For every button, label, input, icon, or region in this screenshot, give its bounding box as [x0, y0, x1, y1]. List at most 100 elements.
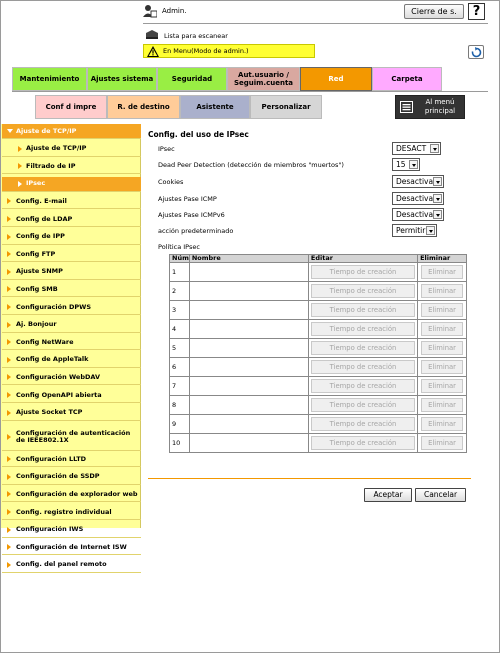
logout-button[interactable]: Cierre de s.: [404, 4, 464, 19]
delete-cell: Eliminar: [417, 300, 467, 320]
sidebar-item[interactable]: Configuración de autenticación de IEEE80…: [2, 423, 141, 452]
scan-list-link[interactable]: Lista para escanear: [164, 32, 228, 40]
edit-button[interactable]: Tiempo de creación: [310, 284, 416, 298]
edit-button[interactable]: Tiempo de creación: [310, 398, 416, 412]
delete-button[interactable]: Eliminar: [421, 284, 463, 298]
dead-peer-select[interactable]: 15: [392, 158, 420, 171]
table-row: 6 Tiempo de creación Eliminar: [169, 357, 467, 377]
refresh-button[interactable]: [468, 45, 484, 59]
row-name: [188, 357, 309, 377]
sidebar-item-label: Configuración de SSDP: [16, 472, 100, 481]
delete-cell: Eliminar: [417, 357, 467, 377]
sidebar-item[interactable]: Config NetWare: [2, 335, 141, 351]
sidebar-item[interactable]: Filtrado de IP: [2, 159, 141, 175]
help-button[interactable]: ?: [468, 3, 485, 20]
sidebar-item[interactable]: Configuración de explorador web: [2, 487, 141, 503]
tab-personalizar[interactable]: Personalizar: [250, 95, 322, 119]
edit-button[interactable]: Tiempo de creación: [310, 360, 416, 374]
tab-conf-impre[interactable]: Conf d impre: [35, 95, 107, 119]
tab-aut-usuario[interactable]: Aut.usuario / Seguim.cuenta: [227, 67, 300, 91]
row-number: 7: [169, 376, 190, 396]
cookies-select[interactable]: Desactivar: [392, 175, 444, 188]
tab-label: Aut.usuario / Seguim.cuenta: [233, 71, 294, 87]
icmp-select-value: Desactivar: [396, 194, 437, 203]
edit-cell: Tiempo de creación: [307, 433, 419, 453]
delete-button[interactable]: Eliminar: [421, 417, 463, 431]
delete-button[interactable]: Eliminar: [421, 322, 463, 336]
cookies-label: Cookies: [158, 178, 184, 186]
admin-label: Admin.: [162, 7, 187, 15]
sidebar-item[interactable]: Config SMB: [2, 282, 141, 298]
edit-button[interactable]: Tiempo de creación: [310, 436, 416, 450]
delete-button[interactable]: Eliminar: [421, 303, 463, 317]
delete-button[interactable]: Eliminar: [421, 341, 463, 355]
edit-button[interactable]: Tiempo de creación: [310, 341, 416, 355]
icmp-select[interactable]: Desactivar: [392, 192, 444, 205]
edit-cell: Tiempo de creación: [307, 357, 419, 377]
row-name: [188, 376, 309, 396]
sidebar-item[interactable]: Config OpenAPI abierta: [2, 388, 141, 403]
ok-button[interactable]: Aceptar: [364, 488, 412, 502]
tab-red[interactable]: Red: [300, 67, 372, 91]
sidebar-item[interactable]: IPsec: [2, 176, 141, 192]
ipsec-select[interactable]: DESACT: [392, 142, 441, 155]
delete-button[interactable]: Eliminar: [421, 265, 463, 279]
row-number: 1: [169, 262, 190, 282]
table-row: 7 Tiempo de creación Eliminar: [169, 376, 467, 396]
sidebar-item[interactable]: Configuración IWS: [2, 523, 141, 538]
sidebar-item[interactable]: Ajuste de TCP/IP: [2, 124, 141, 139]
table-row: 9 Tiempo de creación Eliminar: [169, 414, 467, 434]
tab-ajustes-sistema[interactable]: Ajustes sistema: [87, 67, 157, 91]
sidebar-item[interactable]: Configuración WebDAV: [2, 370, 141, 386]
cancel-button[interactable]: Cancelar: [415, 488, 466, 502]
sidebar-item[interactable]: Config. del panel remoto: [2, 558, 141, 573]
tab-mantenimiento[interactable]: Mantenimiento: [12, 67, 87, 91]
delete-button[interactable]: Eliminar: [421, 436, 463, 450]
tab-carpeta[interactable]: Carpeta: [372, 67, 442, 91]
sidebar-item[interactable]: Ajuste SNMP: [2, 265, 141, 280]
sidebar-item[interactable]: Ajuste Socket TCP: [2, 406, 141, 421]
sidebar-item[interactable]: Configuración DPWS: [2, 300, 141, 315]
edit-button[interactable]: Tiempo de creación: [310, 265, 416, 279]
sidebar-item[interactable]: Config. registro individual: [2, 505, 141, 520]
sidebar-item[interactable]: Config de IPP: [2, 230, 141, 245]
sidebar-item[interactable]: Config de AppleTalk: [2, 353, 141, 368]
delete-cell: Eliminar: [417, 433, 467, 453]
chevron-down-icon: [433, 210, 442, 219]
chevron-down-icon: [409, 160, 418, 169]
delete-button[interactable]: Eliminar: [421, 379, 463, 393]
delete-cell: Eliminar: [417, 414, 467, 434]
edit-button[interactable]: Tiempo de creación: [310, 379, 416, 393]
sidebar-item-label: Ajuste SNMP: [16, 267, 63, 276]
table-row: 4 Tiempo de creación Eliminar: [169, 319, 467, 339]
edit-button[interactable]: Tiempo de creación: [310, 303, 416, 317]
sidebar-item[interactable]: Ajuste de TCP/IP: [2, 142, 141, 157]
default-action-select[interactable]: Permitir: [392, 224, 437, 237]
tab-asistente[interactable]: Asistente: [180, 95, 250, 119]
table-row: 10 Tiempo de creación Eliminar: [169, 433, 467, 453]
edit-button[interactable]: Tiempo de creación: [310, 322, 416, 336]
sidebar-item[interactable]: Aj. Bonjour: [2, 318, 141, 333]
table-header-row: Núm Nombre Editar Eliminar: [169, 254, 467, 263]
sidebar-item[interactable]: Configuración de Internet ISW: [2, 540, 141, 556]
sidebar-item-label: Aj. Bonjour: [16, 320, 57, 329]
icmpv6-select[interactable]: Desactivar: [392, 208, 444, 221]
sidebar-item[interactable]: Configuración LLTD: [2, 452, 141, 468]
col-name: Nombre: [188, 254, 309, 263]
sidebar-item-label: Ajuste Socket TCP: [16, 408, 83, 417]
delete-button[interactable]: Eliminar: [421, 360, 463, 374]
sidebar-item[interactable]: Config de LDAP: [2, 212, 141, 227]
main-menu-button[interactable]: Al menú principal: [395, 95, 465, 119]
tab-label: Red: [328, 75, 344, 83]
sidebar-item[interactable]: Configuración de SSDP: [2, 470, 141, 485]
sidebar-item-label: Ajuste de TCP/IP: [16, 126, 77, 135]
tab-r-destino[interactable]: R. de destino: [107, 95, 180, 119]
tab-seguridad[interactable]: Seguridad: [157, 67, 227, 91]
sidebar-item[interactable]: Config. E-mail: [2, 194, 141, 210]
row-name: [188, 281, 309, 301]
sidebar-item[interactable]: Config FTP: [2, 247, 141, 263]
delete-button[interactable]: Eliminar: [421, 398, 463, 412]
sidebar-item-label: IPsec: [26, 179, 46, 188]
sidebar-item-label: Config. del panel remoto: [16, 560, 107, 569]
edit-button[interactable]: Tiempo de creación: [310, 417, 416, 431]
